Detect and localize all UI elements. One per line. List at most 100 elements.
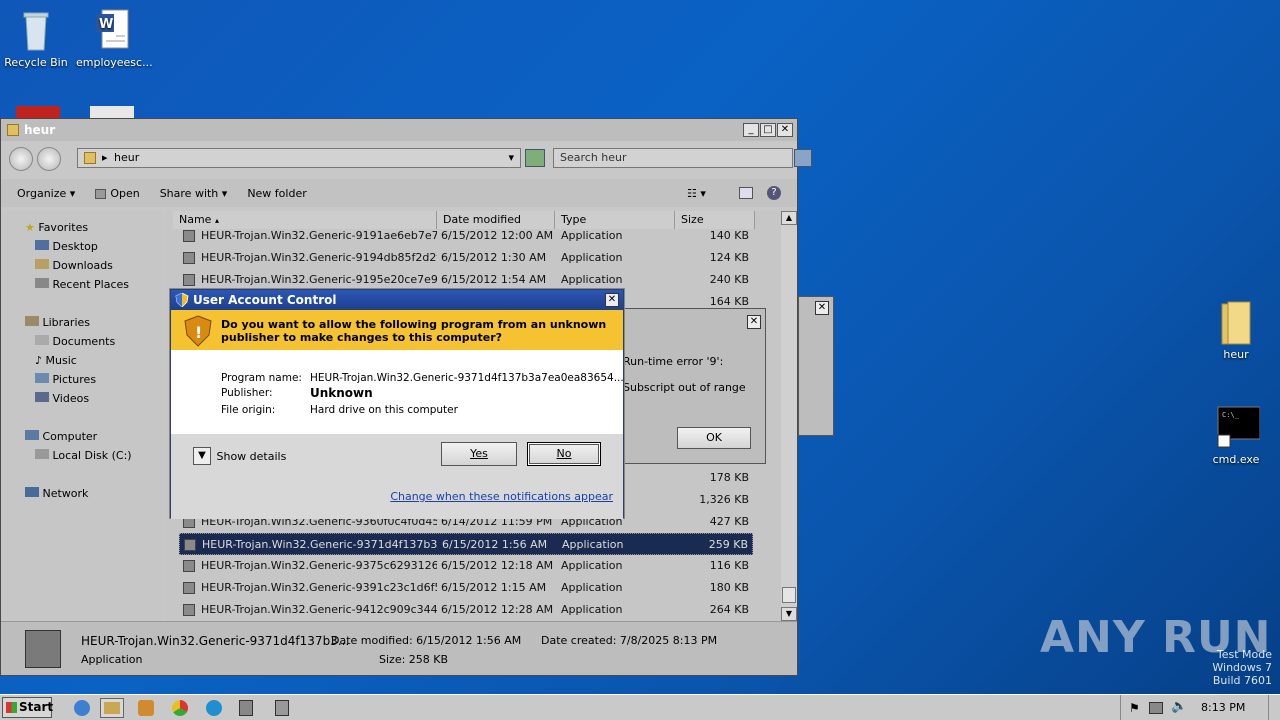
refresh-button[interactable] <box>525 149 545 167</box>
svg-text:C:\_: C:\_ <box>1222 411 1240 419</box>
app-taskbar-icon-2[interactable] <box>270 698 294 718</box>
new-folder-button[interactable]: New folder <box>247 187 306 200</box>
close-icon[interactable]: ✕ <box>747 315 761 329</box>
nav-documents[interactable]: Documents <box>35 333 115 351</box>
details-size: Size: 258 KB <box>379 653 449 666</box>
desktop-icon-label: cmd.exe <box>1212 453 1260 466</box>
details-date-created: Date created: 7/8/2025 8:13 PM <box>541 634 718 647</box>
error-message-line-1: Run-time error '9': <box>623 355 724 368</box>
watermark-line-3: Build 7601 <box>1212 674 1272 687</box>
table-row[interactable]: HEUR-Trojan.Win32.Generic-9375c6293126..… <box>179 555 753 577</box>
back-button[interactable] <box>9 147 33 171</box>
search-icon[interactable] <box>794 149 812 167</box>
windows-logo-icon <box>6 702 17 713</box>
application-icon <box>183 560 195 572</box>
clock[interactable]: 8:13 PM <box>1201 701 1245 714</box>
search-input[interactable]: Search heur <box>553 148 812 168</box>
nav-pictures[interactable]: Pictures <box>35 371 96 389</box>
table-row[interactable]: HEUR-Trojan.Win32.Generic-9412c909c3448.… <box>179 599 753 621</box>
application-icon <box>184 539 196 551</box>
table-row-selected[interactable]: HEUR-Trojan.Win32.Generic-9371d4f137b3a.… <box>179 533 753 555</box>
nav-music[interactable]: ♪ Music <box>35 352 77 370</box>
network-tray-icon[interactable] <box>1149 702 1163 714</box>
nav-local-disk[interactable]: Local Disk (C:) <box>35 447 132 465</box>
close-icon[interactable]: ✕ <box>815 301 829 315</box>
nav-videos[interactable]: Videos <box>35 390 89 408</box>
desktop-icon-partial-red <box>16 106 60 118</box>
nav-computer[interactable]: Computer <box>25 428 97 446</box>
libraries-icon <box>25 316 39 326</box>
taskbar: Start ⚑ 🔈 8:13 PM <box>0 694 1280 720</box>
media-player-taskbar-icon[interactable] <box>134 698 158 718</box>
forward-button[interactable] <box>37 147 61 171</box>
no-button[interactable]: No <box>527 442 601 466</box>
organize-menu[interactable]: Organize ▾ <box>17 187 75 200</box>
scroll-down-arrow-icon[interactable]: ▼ <box>781 607 797 621</box>
scroll-thumb[interactable] <box>782 587 796 603</box>
show-details-toggle[interactable]: ▼ Show details <box>193 447 286 465</box>
uac-program-info: Program name: HEUR-Trojan.Win32.Generic-… <box>171 350 624 434</box>
desktop-icon-label: Recycle Bin <box>4 56 68 69</box>
table-row[interactable]: HEUR-Trojan.Win32.Generic-9391c23c1d6f5.… <box>179 577 753 599</box>
ok-button[interactable]: OK <box>677 427 751 449</box>
table-row[interactable]: HEUR-Trojan.Win32.Generic-9194db85f2d2f.… <box>179 247 753 269</box>
chevron-down-icon[interactable]: ▾ <box>508 149 514 167</box>
uac-question: Do you want to allow the following progr… <box>221 318 607 344</box>
table-row[interactable]: HEUR-Trojan.Win32.Generic-9195e20ce7e9..… <box>179 269 753 291</box>
view-options-icon[interactable]: ☷ ▾ <box>687 187 706 200</box>
application-icon <box>183 604 195 616</box>
explorer-taskbar-icon[interactable] <box>100 698 124 718</box>
flag-icon[interactable]: ⚑ <box>1129 701 1140 715</box>
show-desktop-button[interactable] <box>1268 695 1280 720</box>
warning-shield-icon: ! <box>183 315 213 350</box>
navigation-pane: ★ Favorites Desktop Downloads Recent Pla… <box>1 211 163 621</box>
file-list-scrollbar[interactable]: ▲ ▼ <box>781 211 797 621</box>
details-pane: HEUR-Trojan.Win32.Generic-9371d4f137b3..… <box>1 621 797 675</box>
close-button[interactable]: ✕ <box>605 293 619 307</box>
ie-taskbar-icon[interactable] <box>70 698 94 718</box>
application-icon <box>183 230 195 242</box>
desktop-icon-recycle-bin[interactable]: Recycle Bin <box>0 8 72 69</box>
svg-text:!: ! <box>195 323 202 342</box>
open-button[interactable]: Open <box>95 187 140 200</box>
start-button[interactable]: Start <box>2 697 53 718</box>
drive-icon <box>35 449 49 459</box>
help-icon[interactable]: ? <box>767 186 781 200</box>
nav-libraries[interactable]: Libraries <box>25 314 90 332</box>
nav-recent-places[interactable]: Recent Places <box>35 276 129 294</box>
desktop-icon-employees-doc[interactable]: W employeesc... <box>76 8 153 69</box>
nav-desktop[interactable]: Desktop <box>35 238 98 256</box>
command-bar: Organize ▾ Open Share with ▾ New folder … <box>1 179 797 207</box>
volume-icon[interactable]: 🔈 <box>1171 699 1187 714</box>
scroll-up-arrow-icon[interactable]: ▲ <box>781 211 797 225</box>
preview-pane-icon[interactable] <box>739 187 753 199</box>
edge-taskbar-icon[interactable] <box>202 698 226 718</box>
file-origin-label: File origin: <box>221 404 276 416</box>
share-with-menu[interactable]: Share with ▾ <box>160 187 228 200</box>
nav-network[interactable]: Network <box>25 485 88 503</box>
videos-icon <box>35 392 49 402</box>
yes-button[interactable]: Yes <box>441 442 517 466</box>
address-text: heur <box>114 151 140 164</box>
change-notifications-link[interactable]: Change when these notifications appear <box>390 490 613 503</box>
desktop-icon-cmd[interactable]: C:\_ cmd.exe <box>1200 405 1272 466</box>
nav-favorites[interactable]: ★ Favorites <box>25 219 88 237</box>
music-icon: ♪ <box>35 354 43 367</box>
address-bar[interactable]: ▸ heur ▾ <box>77 148 521 168</box>
app-taskbar-icon-1[interactable] <box>234 698 258 718</box>
details-file-name: HEUR-Trojan.Win32.Generic-9371d4f137b3..… <box>81 634 350 648</box>
chevron-right-icon: ▸ <box>102 151 108 164</box>
nav-downloads[interactable]: Downloads <box>35 257 113 275</box>
close-button[interactable]: ✕ <box>777 123 793 137</box>
chrome-taskbar-icon[interactable] <box>168 698 192 718</box>
recent-places-icon <box>35 278 49 288</box>
sort-arrow-icon: ▴ <box>214 216 219 225</box>
desktop-icon-partial-doc <box>90 106 134 118</box>
uac-title-bar: User Account Control ✕ <box>171 290 623 310</box>
table-row[interactable]: HEUR-Trojan.Win32.Generic-9191ae6eb7e7..… <box>179 225 753 247</box>
program-name-value: HEUR-Trojan.Win32.Generic-9371d4f137b3a7… <box>310 372 624 384</box>
desktop-icon-heur-folder[interactable]: heur <box>1200 300 1272 361</box>
minimize-button[interactable]: _ <box>743 123 759 137</box>
maximize-button[interactable]: □ <box>760 123 776 137</box>
folder-icon <box>1216 300 1256 345</box>
